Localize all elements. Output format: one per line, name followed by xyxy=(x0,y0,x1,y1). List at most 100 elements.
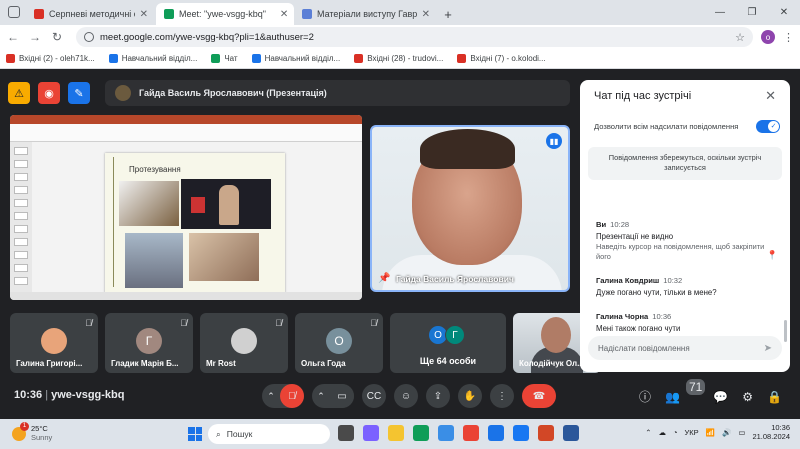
close-tab-icon[interactable]: ✕ xyxy=(140,9,148,20)
participant-name: Mr Rost xyxy=(206,359,236,368)
pin-hint: Наведіть курсор на повідомлення, щоб зак… xyxy=(596,242,765,262)
participant-tile[interactable]: 🎙̸ Mr Rost xyxy=(200,313,288,373)
browser-tab-2[interactable]: Meet: "ywe-vsgg-kbq" ✕ xyxy=(156,3,294,25)
wifi-icon[interactable]: 📶 xyxy=(706,428,715,437)
close-tab-icon[interactable]: ✕ xyxy=(422,9,430,20)
allow-messages-row: Дозволити всім надсилати повідомлення xyxy=(594,120,780,133)
gmail-icon xyxy=(354,54,364,63)
present-button[interactable]: ⇪ xyxy=(426,384,450,408)
chrome-icon[interactable] xyxy=(463,425,479,441)
avatar: Г xyxy=(136,328,162,354)
captions-button[interactable]: CC xyxy=(362,384,386,408)
bookmark-item[interactable]: Вхідні (28) - trudovi... xyxy=(354,54,443,63)
allow-messages-toggle[interactable] xyxy=(756,120,780,133)
host-controls-icon[interactable]: 🔒 xyxy=(767,390,782,404)
camera-options-chevron-icon[interactable]: ⌃ xyxy=(312,391,330,402)
browser-tab-1[interactable]: Серпневі методичні студії - 20 ✕ xyxy=(26,3,156,25)
language-indicator[interactable]: УКР xyxy=(685,428,699,437)
battery-icon[interactable]: ▭ xyxy=(738,428,745,437)
slide-title: Протезування xyxy=(129,165,181,174)
restore-icon[interactable]: ❐ xyxy=(736,0,768,25)
activities-icon[interactable]: ⚙ xyxy=(742,390,753,404)
facebook-icon[interactable] xyxy=(513,425,529,441)
address-bar[interactable]: meet.google.com/ywe-vsgg-kbq?pli=1&authu… xyxy=(76,27,753,47)
bookmark-item[interactable]: Чат xyxy=(211,54,238,63)
file-explorer-icon[interactable] xyxy=(388,425,404,441)
close-tab-icon[interactable]: ✕ xyxy=(280,9,288,20)
participant-tile[interactable]: 🎙̸ Г Гладик Марія Б... xyxy=(105,313,193,373)
raise-hand-button[interactable]: ✋ xyxy=(458,384,482,408)
emoji-button[interactable]: ☺ xyxy=(394,384,418,408)
chat-header: Чат під час зустрічі ✕ xyxy=(580,80,790,112)
weather-widget[interactable]: 1 25°C Sunny xyxy=(12,421,52,442)
browser-tab-3[interactable]: Матеріали виступу Гаврилюк ✕ xyxy=(294,3,438,25)
recording-icon[interactable]: ◉ xyxy=(38,82,60,104)
tray-overflow-icon[interactable]: ⌃ xyxy=(645,428,651,437)
pin-message-icon[interactable]: 📍 xyxy=(767,250,778,261)
edge-icon[interactable] xyxy=(413,425,429,441)
chat-scrollbar[interactable] xyxy=(784,320,787,342)
whiteboard-icon[interactable]: ✎ xyxy=(68,82,90,104)
network-icon[interactable]: ◔ xyxy=(673,428,678,437)
participant-name: Гладик Марія Б... xyxy=(111,359,179,368)
taskbar-search[interactable]: ⌕ Пошук xyxy=(208,424,330,444)
close-icon[interactable]: ✕ xyxy=(765,88,776,104)
more-participants-tile[interactable]: О Г Ще 64 особи xyxy=(390,313,506,373)
pin-icon[interactable]: 📌 xyxy=(378,273,390,284)
search-icon: ⌕ xyxy=(216,428,221,439)
profile-avatar[interactable]: o xyxy=(761,30,775,44)
tab-search-icon[interactable] xyxy=(8,6,20,18)
bookmark-item[interactable]: Навчальний відділ... xyxy=(251,54,340,63)
cloud-icon[interactable]: ☁ xyxy=(659,428,667,437)
telegram-icon[interactable] xyxy=(488,425,504,441)
camera-toggle-button[interactable]: ▭ xyxy=(330,384,354,408)
volume-icon[interactable]: 🔊 xyxy=(722,428,731,437)
tab-title: Серпневі методичні студії - 20 xyxy=(49,9,135,19)
task-view-icon[interactable] xyxy=(338,425,354,441)
bookmark-item[interactable]: Навчальний відділ... xyxy=(108,54,197,63)
clock[interactable]: 10:36 21.08.2024 xyxy=(752,423,790,442)
meet-controls-bar: 10:36 | ywe-vsgg-kbq ⌃ 🎙̸ ⌃ ▭ CC ☺ ⇪ ✋ ⋮… xyxy=(0,377,800,419)
mic-off-icon: 🎙̸ xyxy=(275,318,282,328)
leave-call-button[interactable]: ☎ xyxy=(522,384,556,408)
recording-notice: Повідомлення збережуться, оскільки зустр… xyxy=(588,147,782,180)
info-warning-icon[interactable]: ⚠ xyxy=(8,82,30,104)
start-button[interactable] xyxy=(188,427,202,441)
bookmark-item[interactable]: Вхідні (2) - oleh71k... xyxy=(6,54,95,63)
system-tray: ⌃ ☁ ◔ УКР 📶 🔊 ▭ 10:36 21.08.2024 xyxy=(645,423,790,442)
more-options-button[interactable]: ⋮ xyxy=(490,384,514,408)
chat-icon[interactable]: 💬 xyxy=(713,390,728,404)
speaker-video-tile[interactable]: ▮▮ 📌 Гайда Василь Ярославович xyxy=(370,125,570,292)
app-icon[interactable] xyxy=(438,425,454,441)
meeting-info-icon[interactable]: ⓘ xyxy=(639,388,651,405)
bookmark-star-icon[interactable]: ☆ xyxy=(735,31,745,44)
send-icon[interactable]: ➤ xyxy=(764,343,772,354)
word-icon[interactable] xyxy=(563,425,579,441)
close-window-icon[interactable]: ✕ xyxy=(768,0,800,25)
browser-menu-icon[interactable]: ⋮ xyxy=(783,31,794,44)
back-arrow-icon[interactable]: ← xyxy=(6,30,20,44)
chat-message[interactable]: Галина Чорна 10:36 Мені також погано чути xyxy=(596,312,772,334)
minimize-icon[interactable]: — xyxy=(704,0,736,25)
bookmark-item[interactable]: Вхідні (7) - o.kolodi... xyxy=(457,54,546,63)
powerpoint-icon[interactable] xyxy=(538,425,554,441)
mic-off-icon: 🎙̸ xyxy=(85,318,92,328)
site-info-icon[interactable] xyxy=(84,32,94,42)
chat-message[interactable]: Ви 10:28 Презентації не видно Наведіть ку… xyxy=(596,220,778,262)
mic-options-chevron-icon[interactable]: ⌃ xyxy=(262,391,280,402)
more-participants-label: Ще 64 особи xyxy=(419,356,477,366)
participant-tile[interactable]: 🎙̸ О Ольга Года xyxy=(295,313,383,373)
people-icon[interactable]: 👥71 xyxy=(665,378,706,404)
chat-message-input[interactable]: Надіслати повідомлення ➤ xyxy=(588,336,782,360)
reload-icon[interactable]: ↻ xyxy=(50,30,64,44)
windows-taskbar: 1 25°C Sunny ⌕ Пошук ⌃ ☁ ◔ УКР 📶 🔊 ▭ 10:… xyxy=(0,419,800,449)
forward-arrow-icon[interactable]: → xyxy=(28,30,42,44)
presentation-tile[interactable]: Протезування xyxy=(10,115,362,300)
mic-off-icon: 🎙̸ xyxy=(370,318,377,328)
participant-name: Ольга Года xyxy=(301,359,346,368)
app-icon[interactable] xyxy=(363,425,379,441)
chat-message[interactable]: Галина Ковдриш 10:32 Дуже погано чути, ті… xyxy=(596,276,772,298)
new-tab-button[interactable]: + xyxy=(438,3,458,25)
mic-toggle-button[interactable]: 🎙̸ xyxy=(280,384,304,408)
participant-tile[interactable]: 🎙̸ Галина Григорі... xyxy=(10,313,98,373)
